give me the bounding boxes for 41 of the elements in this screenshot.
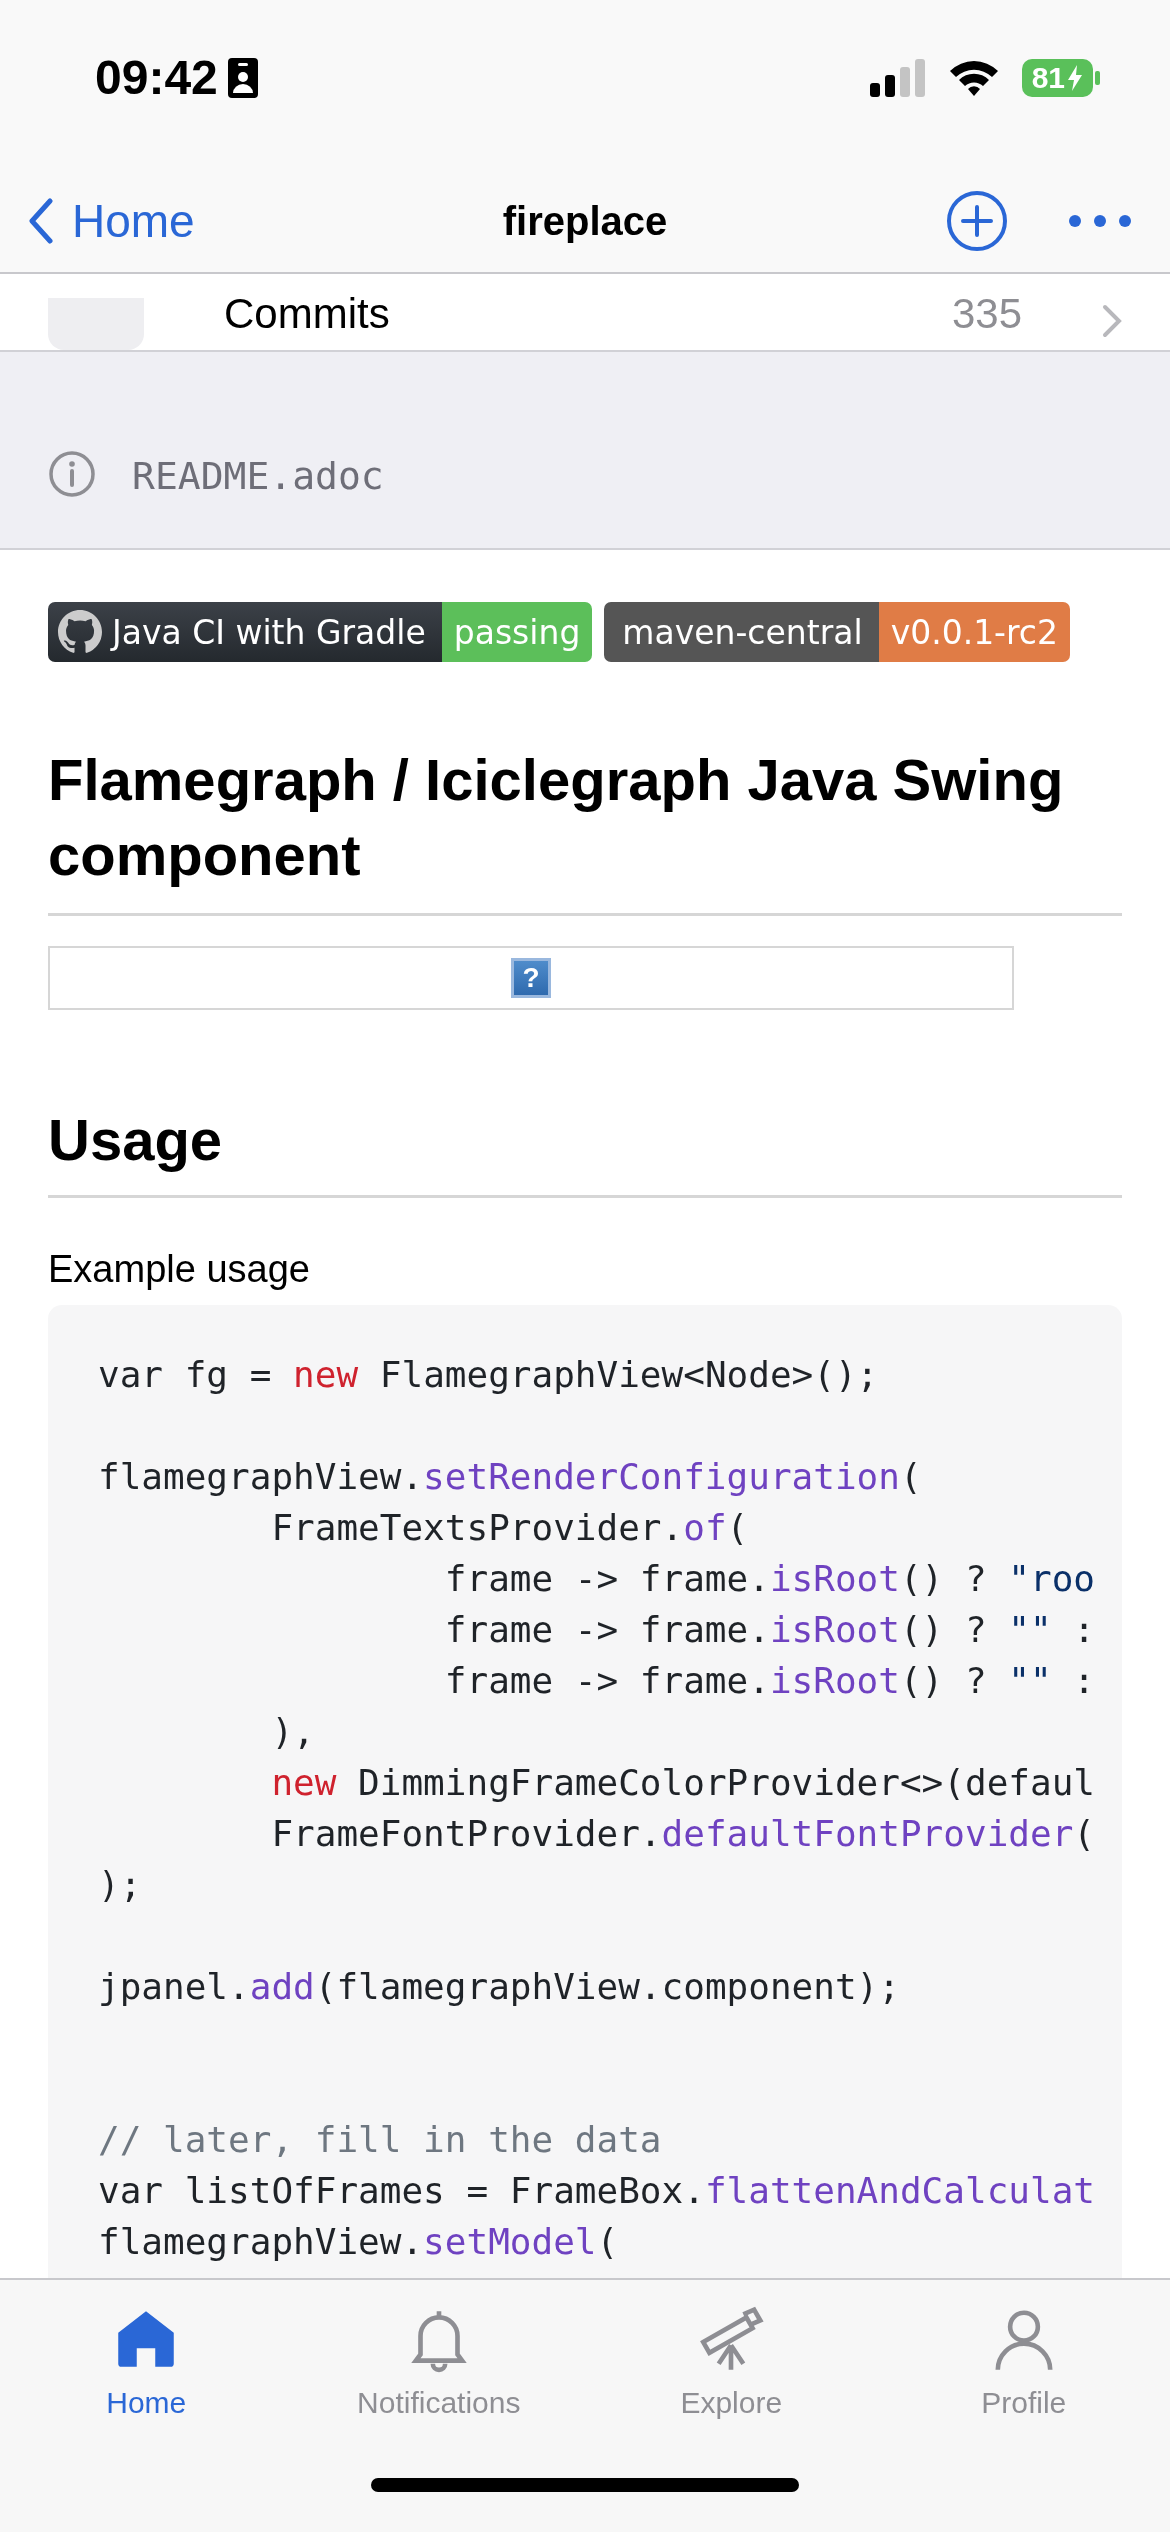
code-line: ),	[270, 1709, 316, 1754]
code-line: flamegraphView.setRenderConfiguration(	[98, 1454, 923, 1499]
github-icon	[58, 610, 102, 654]
commits-count: 335	[951, 290, 1022, 338]
tab-bar-item[interactable]: Notifications	[292, 2302, 585, 2420]
readme-filename: README.adoc	[132, 454, 384, 498]
code-line: frame -> frame.isRoot() ? "" :	[443, 1658, 1097, 1703]
chevron-left-icon	[28, 198, 54, 244]
code-line: );	[98, 1862, 143, 1907]
commits-label: Commits	[224, 290, 391, 338]
code-line: new DimmingFrameColorProvider<>(defaul	[270, 1760, 1096, 1805]
tab-bar-item[interactable]: Home	[0, 2302, 293, 2420]
broken-image-icon: ?	[511, 957, 551, 998]
code-line: jpanel.add(flamegraphView.component);	[98, 1964, 901, 2009]
back-button[interactable]: Home	[28, 194, 195, 248]
more-button[interactable]	[1068, 214, 1132, 228]
chevron-right-icon	[1102, 304, 1122, 338]
id-badge-icon	[227, 57, 258, 98]
battery-tip-icon	[1095, 70, 1100, 85]
code-caption: Example usage	[48, 1247, 311, 1291]
signal-icon	[869, 58, 926, 97]
nav-title: fireplace	[502, 198, 668, 244]
code-line: frame -> frame.isRoot() ? "" :	[443, 1607, 1097, 1652]
plus-circle-icon	[946, 190, 1008, 252]
status-time: 09:42	[95, 50, 218, 105]
readme-title: Flamegraph / Iciclegraph Java Swing component	[48, 742, 1122, 916]
add-button[interactable]	[946, 190, 1008, 252]
code-line: flamegraphView.setModel(	[98, 2219, 620, 2264]
section-heading: Usage	[48, 1105, 1122, 1198]
battery-indicator: 81	[1021, 58, 1100, 97]
code-line: FrameTextsProvider.of(	[270, 1505, 750, 1550]
charging-icon	[1067, 64, 1083, 91]
tab-bar-item[interactable]: Profile	[877, 2302, 1170, 2420]
tab-bar-item[interactable]: Explore	[585, 2302, 878, 2420]
code-line: // later, fill in the data	[98, 2117, 663, 2162]
code-line: var listOfFrames = FrameBox.flattenAndCalculat	[98, 2168, 1096, 2213]
info-icon	[48, 450, 96, 498]
more-icon	[1068, 214, 1132, 228]
code-line: var fg = new FlamegraphView<Node>();	[98, 1352, 880, 1397]
code-line: frame -> frame.isRoot() ? "roo	[443, 1556, 1096, 1601]
code-line: FrameFontProvider.defaultFontProvider(	[270, 1811, 1097, 1856]
